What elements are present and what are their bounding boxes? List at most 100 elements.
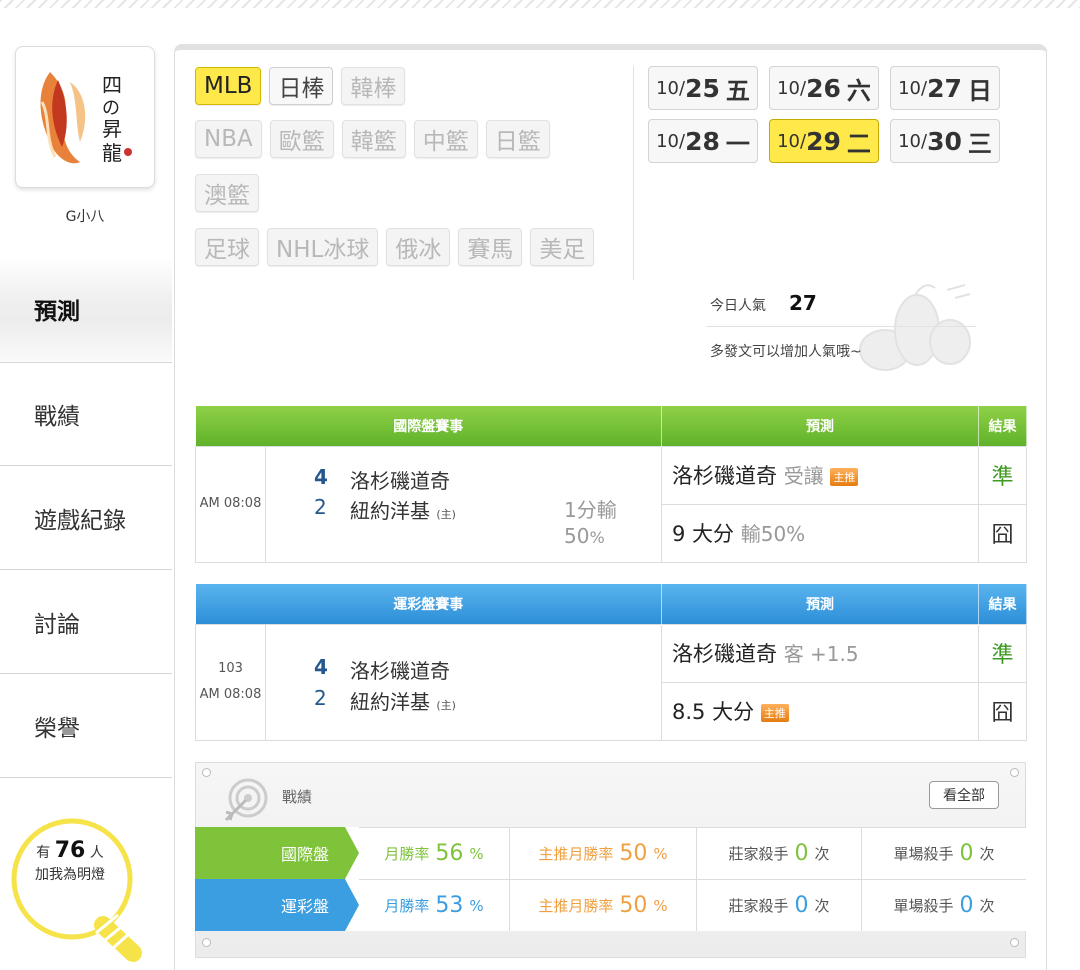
stat-unit: % xyxy=(653,844,668,863)
stat-value: 53 xyxy=(435,893,464,918)
result-1: 準 xyxy=(978,445,1027,505)
prediction-1: 洛杉磯道奇 客 +1.5 xyxy=(661,623,979,683)
away-team: 紐約洋基 xyxy=(350,498,430,523)
date-1029[interactable]: 10/29 二 xyxy=(769,119,879,163)
date-day: 26 xyxy=(806,73,841,103)
stat-unit: 次 xyxy=(814,897,830,915)
stat-label: 主推月勝率 xyxy=(538,897,614,915)
date-1027[interactable]: 10/27 日 xyxy=(890,66,1000,110)
home-score: 4 xyxy=(314,654,328,679)
stat-month-rate: 月勝率 56% xyxy=(359,827,509,879)
nav-discuss[interactable]: 討論 xyxy=(0,570,172,674)
sport-tag-kbo[interactable]: 韓棒 xyxy=(341,67,406,105)
sport-tag-china-basketball[interactable]: 中籃 xyxy=(413,120,478,158)
nav-honor[interactable]: 榮譽 xyxy=(0,674,172,778)
lottery-header: 運彩盤賽事 預測 結果 xyxy=(195,584,1027,624)
date-1028[interactable]: 10/28 一 xyxy=(648,119,758,163)
svg-text:四: 四 xyxy=(102,73,122,97)
game-teams: 4 洛杉磯道奇 2 紐約洋基 (主) xyxy=(265,623,662,741)
stat-label: 莊家殺手 xyxy=(728,845,789,863)
date-month: 10/ xyxy=(777,130,807,152)
table-row: 103 AM 08:08 4 洛杉磯道奇 2 紐約洋基 (主) 洛杉磯道奇 客 … xyxy=(195,623,1027,741)
prediction-1: 洛杉磯道奇 受讓 主推 xyxy=(661,445,979,505)
stat-label: 單場殺手 xyxy=(893,897,954,915)
pred-main: 9 大分 xyxy=(672,522,735,546)
sport-tag-khl[interactable]: 俄冰 xyxy=(386,228,451,266)
nav-record[interactable]: 戰績 xyxy=(0,362,172,466)
date-1025[interactable]: 10/25 五 xyxy=(648,66,758,110)
popularity-label: 今日人氣 xyxy=(710,298,766,314)
sport-tag-australia-basketball[interactable]: 澳籃 xyxy=(195,174,259,212)
pred-detail: 客 +1.5 xyxy=(783,642,859,666)
stat-value: 50 xyxy=(619,841,648,866)
corner-dot xyxy=(202,938,211,947)
spread-result: 1分輸 50% xyxy=(564,497,617,551)
sport-tag-soccer[interactable]: 足球 xyxy=(195,228,259,266)
stat-label: 莊家殺手 xyxy=(728,897,789,915)
stat-unit: 次 xyxy=(979,897,995,915)
stats-title: 戰績 xyxy=(282,788,313,806)
date-1030[interactable]: 10/30 三 xyxy=(890,119,1000,163)
lottery-header-pred: 預測 xyxy=(661,584,979,624)
date-month: 10/ xyxy=(898,130,928,152)
home-team: 洛杉磯道奇 xyxy=(350,658,450,683)
result-2: 囧 xyxy=(978,681,1027,741)
username: G小八 xyxy=(65,209,105,225)
date-weekday: 二 xyxy=(846,129,871,158)
game-number: 103 xyxy=(218,661,243,676)
sport-tag-npb[interactable]: 日棒 xyxy=(269,67,334,105)
svg-text:龍: 龍 xyxy=(102,141,122,165)
stat-value: 56 xyxy=(435,841,464,866)
fans-count[interactable]: 有 76 人 加我為明燈 xyxy=(25,840,115,886)
stats-label: 國際盤 xyxy=(280,845,329,864)
fans-number: 76 xyxy=(54,838,86,863)
date-weekday: 五 xyxy=(725,76,750,105)
stat-bookie-killer: 莊家殺手 0 次 xyxy=(696,879,861,931)
divider xyxy=(633,66,634,280)
nav-game-log[interactable]: 遊戲紀錄 xyxy=(0,466,172,570)
date-month: 10/ xyxy=(777,77,807,99)
sport-tag-nhl[interactable]: NHL冰球 xyxy=(267,228,379,266)
main-pick-badge: 主推 xyxy=(760,704,789,722)
sport-tag-horse-racing[interactable]: 賽馬 xyxy=(458,228,523,266)
intl-header-pred: 預測 xyxy=(661,406,979,446)
date-day: 29 xyxy=(806,126,841,156)
see-all-button[interactable]: 看全部 xyxy=(929,781,999,809)
date-month: 10/ xyxy=(656,77,686,99)
sport-tag-japan-basketball[interactable]: 日籃 xyxy=(485,120,550,158)
stat-main-rate: 主推月勝率 50% xyxy=(509,827,696,879)
lottery-header-event: 運彩盤賽事 xyxy=(195,584,662,624)
main-pick-badge: 主推 xyxy=(830,468,859,486)
stat-value: 0 xyxy=(794,893,809,918)
game-clock: AM 08:08 xyxy=(199,687,262,702)
sport-tags-row-1: MLB 日棒 韓棒 xyxy=(195,67,406,105)
away-score: 2 xyxy=(314,685,327,710)
corner-dot xyxy=(1010,938,1019,947)
sport-tag-euro-basketball[interactable]: 歐籃 xyxy=(269,120,334,158)
date-day: 25 xyxy=(685,73,720,103)
home-team: 洛杉磯道奇 xyxy=(350,468,450,493)
date-weekday: 一 xyxy=(725,129,750,158)
away-team-wrap: 紐約洋基 (主) xyxy=(350,495,456,524)
sport-tag-american-football[interactable]: 美足 xyxy=(530,228,595,266)
pred-team: 洛杉磯道奇 xyxy=(672,464,777,488)
game-teams: 4 洛杉磯道奇 2 紐約洋基 (主) 1分輸 50% xyxy=(265,445,662,563)
sport-tag-nba[interactable]: NBA xyxy=(195,120,262,158)
stat-unit: 次 xyxy=(979,845,995,863)
intl-table: 國際盤賽事 預測 結果 AM 08:08 4 洛杉磯道奇 2 紐約洋基 (主) … xyxy=(195,406,1027,563)
sport-tag-korea-basketball[interactable]: 韓籃 xyxy=(341,120,406,158)
sport-tag-mlb[interactable]: MLB xyxy=(195,67,262,105)
stat-label: 單場殺手 xyxy=(893,845,954,863)
game-time: AM 08:08 xyxy=(195,445,266,563)
spread-pct-unit: % xyxy=(589,527,605,547)
stat-main-rate: 主推月勝率 50% xyxy=(509,879,696,931)
nav-predict[interactable]: 預測 xyxy=(0,257,172,361)
mascot-icon xyxy=(859,284,971,371)
sport-tags-row-2: NBA 歐籃 韓籃 中籃 日籃 xyxy=(195,120,550,158)
stat-unit: % xyxy=(469,844,484,863)
fans-prefix: 有 xyxy=(36,845,51,861)
popularity-value: 27 xyxy=(789,291,817,315)
fans-caption: 加我為明燈 xyxy=(35,867,105,883)
date-1026[interactable]: 10/26 六 xyxy=(769,66,879,110)
intl-header-event: 國際盤賽事 xyxy=(195,406,662,446)
